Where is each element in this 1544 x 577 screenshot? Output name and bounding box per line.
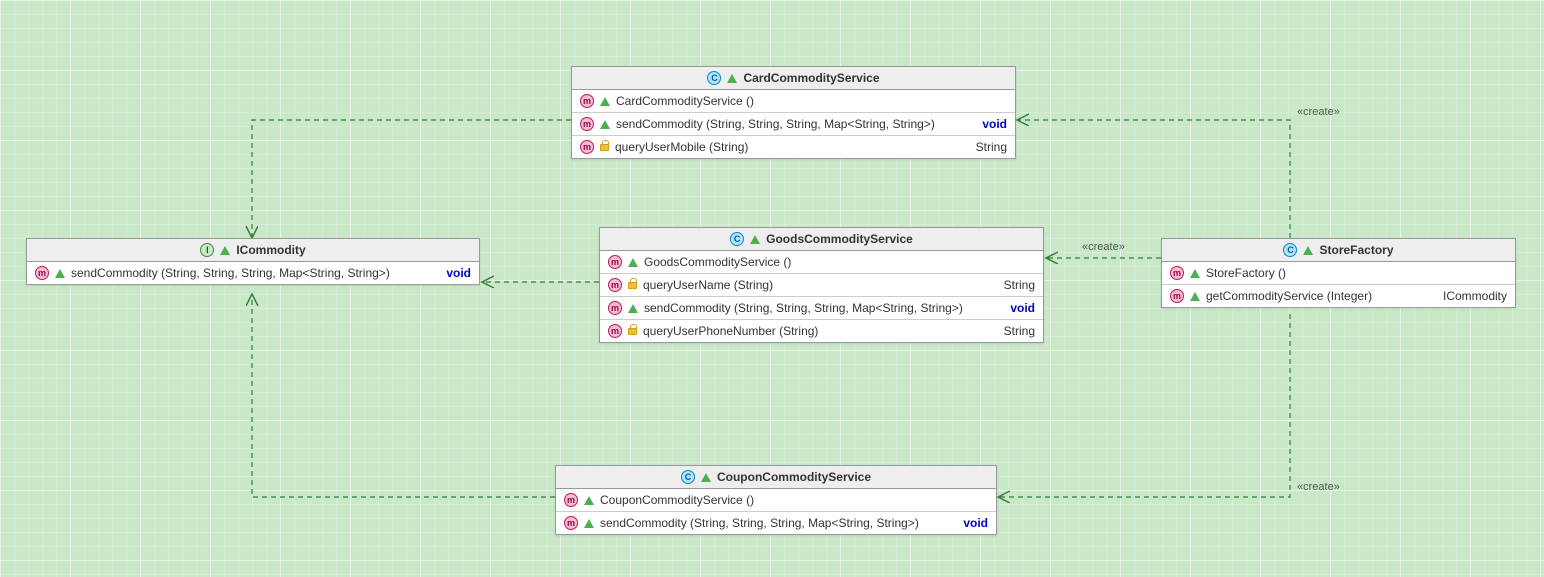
member-signature: CouponCommodityService () [600, 493, 988, 507]
stereotype-create: «create» [1297, 481, 1340, 493]
member-signature: queryUserMobile (String) [615, 140, 970, 154]
method-icon: m [564, 493, 578, 507]
method-icon: m [608, 278, 622, 292]
class-GoodsCommodityService[interactable]: C GoodsCommodityService m GoodsCommodity… [599, 227, 1044, 343]
class-ICommodity[interactable]: I ICommodity m sendCommodity (String, St… [26, 238, 480, 285]
member-row[interactable]: m sendCommodity (String, String, String,… [572, 113, 1015, 136]
member-return: ICommodity [1443, 289, 1507, 303]
class-name: CouponCommodityService [717, 470, 871, 484]
method-icon: m [608, 255, 622, 269]
member-signature: sendCommodity (String, String, String, M… [71, 266, 440, 280]
visibility-public-icon [584, 519, 594, 528]
visibility-public-icon [584, 496, 594, 505]
visibility-private-icon [600, 144, 609, 151]
method-icon: m [608, 301, 622, 315]
visibility-public-icon [600, 97, 610, 106]
member-row[interactable]: m CouponCommodityService () [556, 489, 996, 512]
class-CouponCommodityService[interactable]: C CouponCommodityService m CouponCommodi… [555, 465, 997, 535]
method-icon: m [580, 117, 594, 131]
member-signature: sendCommodity (String, String, String, M… [644, 301, 1004, 315]
member-row[interactable]: m GoodsCommodityService () [600, 251, 1043, 274]
class-title: I ICommodity [27, 239, 479, 262]
class-icon: C [681, 470, 695, 484]
visibility-public-icon [220, 246, 230, 255]
member-signature: sendCommodity (String, String, String, M… [600, 516, 957, 530]
class-title: C StoreFactory [1162, 239, 1515, 262]
member-return: void [1010, 301, 1035, 315]
member-return: void [446, 266, 471, 280]
member-signature: StoreFactory () [1206, 266, 1507, 280]
class-icon: C [1283, 243, 1297, 257]
member-row[interactable]: m queryUserName (String) String [600, 274, 1043, 297]
interface-icon: I [200, 243, 214, 257]
class-name: GoodsCommodityService [766, 232, 913, 246]
class-title: C CardCommodityService [572, 67, 1015, 90]
visibility-private-icon [628, 282, 637, 289]
stereotype-create: «create» [1297, 106, 1340, 118]
member-signature: CardCommodityService () [616, 94, 1007, 108]
member-row[interactable]: m sendCommodity (String, String, String,… [600, 297, 1043, 320]
visibility-private-icon [628, 328, 637, 335]
member-signature: getCommodityService (Integer) [1206, 289, 1437, 303]
member-return: void [982, 117, 1007, 131]
member-row[interactable]: m getCommodityService (Integer) ICommodi… [1162, 285, 1515, 307]
class-CardCommodityService[interactable]: C CardCommodityService m CardCommoditySe… [571, 66, 1016, 159]
visibility-public-icon [628, 258, 638, 267]
class-title: C GoodsCommodityService [600, 228, 1043, 251]
method-icon: m [564, 516, 578, 530]
method-icon: m [580, 94, 594, 108]
stereotype-create: «create» [1082, 241, 1125, 253]
method-icon: m [1170, 289, 1184, 303]
method-icon: m [608, 324, 622, 338]
member-row[interactable]: m queryUserPhoneNumber (String) String [600, 320, 1043, 342]
class-name: StoreFactory [1319, 243, 1393, 257]
member-row[interactable]: m queryUserMobile (String) String [572, 136, 1015, 158]
visibility-public-icon [1190, 269, 1200, 278]
class-icon: C [730, 232, 744, 246]
visibility-public-icon [1303, 246, 1313, 255]
visibility-public-icon [750, 235, 760, 244]
method-icon: m [35, 266, 49, 280]
visibility-public-icon [701, 473, 711, 482]
member-signature: sendCommodity (String, String, String, M… [616, 117, 976, 131]
member-row[interactable]: m sendCommodity (String, String, String,… [27, 262, 479, 284]
member-signature: queryUserPhoneNumber (String) [643, 324, 998, 338]
member-return: String [1004, 278, 1035, 292]
class-title: C CouponCommodityService [556, 466, 996, 489]
visibility-public-icon [600, 120, 610, 129]
member-row[interactable]: m sendCommodity (String, String, String,… [556, 512, 996, 534]
class-name: ICommodity [236, 243, 305, 257]
visibility-public-icon [55, 269, 65, 278]
visibility-public-icon [1190, 292, 1200, 301]
member-return: void [963, 516, 988, 530]
member-signature: queryUserName (String) [643, 278, 998, 292]
class-icon: C [707, 71, 721, 85]
visibility-public-icon [727, 74, 737, 83]
member-row[interactable]: m CardCommodityService () [572, 90, 1015, 113]
visibility-public-icon [628, 304, 638, 313]
member-signature: GoodsCommodityService () [644, 255, 1035, 269]
class-name: CardCommodityService [743, 71, 879, 85]
class-StoreFactory[interactable]: C StoreFactory m StoreFactory () m getCo… [1161, 238, 1516, 308]
method-icon: m [580, 140, 594, 154]
member-return: String [976, 140, 1007, 154]
member-return: String [1004, 324, 1035, 338]
member-row[interactable]: m StoreFactory () [1162, 262, 1515, 285]
method-icon: m [1170, 266, 1184, 280]
